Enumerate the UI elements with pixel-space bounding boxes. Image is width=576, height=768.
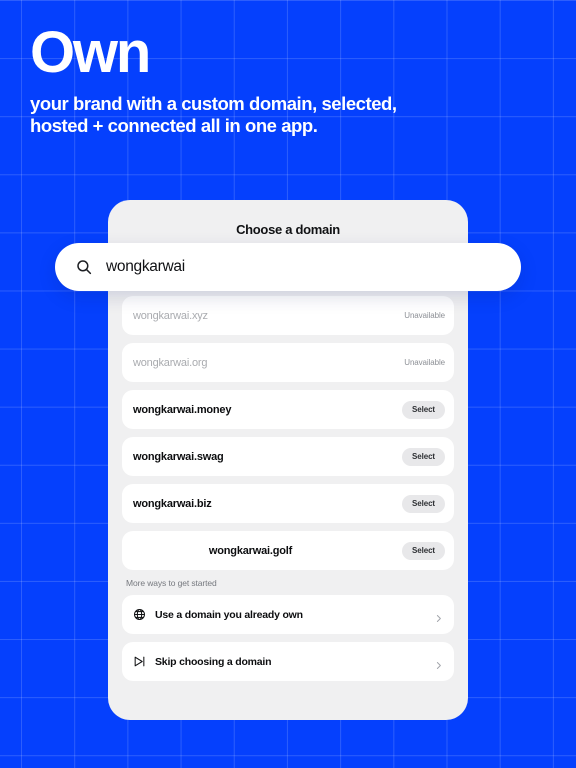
domain-name: wongkarwai.xyz <box>133 309 208 322</box>
hero-section: Own your brand with a custom domain, sel… <box>30 22 550 137</box>
search-icon <box>75 258 93 276</box>
more-ways-row[interactable]: Skip choosing a domain <box>122 642 454 681</box>
more-ways-label: More ways to get started <box>126 578 217 588</box>
domain-name: wongkarwai.org <box>133 356 208 369</box>
skip-forward-icon <box>133 655 146 668</box>
page-subtitle: your brand with a custom domain, selecte… <box>30 93 397 136</box>
globe-icon <box>133 608 146 621</box>
status-badge: Unavailable <box>404 311 445 320</box>
domain-results-list[interactable]: wongkarwai.xyz Unavailable wongkarwai.org U… <box>108 288 468 720</box>
more-ways-row[interactable]: Use a domain you already own <box>122 595 454 634</box>
status-badge: Unavailable <box>404 358 445 367</box>
domain-row: wongkarwai.xyz Unavailable <box>122 296 454 335</box>
domain-name: wongkarwai.golf <box>208 544 293 557</box>
domain-name: wongkarwai.biz <box>133 497 212 510</box>
domain-row[interactable]: wongkarwai.money Select <box>122 390 454 429</box>
domain-row[interactable]: wongkarwai.golf Select <box>122 531 454 570</box>
domain-name: wongkarwai.money <box>133 403 232 416</box>
domain-row[interactable]: wongkarwai.biz Select <box>122 484 454 523</box>
domain-search-bar[interactable]: wongkarwai <box>55 243 521 291</box>
card-header: Choose a domain <box>108 200 468 246</box>
select-domain-button[interactable]: Select <box>402 447 445 466</box>
chevron-right-icon <box>434 610 443 622</box>
domain-row[interactable]: wongkarwai.swag Select <box>122 437 454 476</box>
select-domain-button[interactable]: Select <box>402 494 445 513</box>
chevron-right-icon <box>434 657 443 669</box>
select-domain-button[interactable]: Select <box>402 541 445 560</box>
search-input[interactable]: wongkarwai <box>106 258 185 276</box>
domain-row: wongkarwai.org Unavailable <box>122 343 454 382</box>
domain-name: wongkarwai.swag <box>133 450 224 463</box>
more-ways-label-text: Skip choosing a domain <box>155 655 272 668</box>
card-title: Choose a domain <box>236 222 340 237</box>
select-domain-button[interactable]: Select <box>402 400 445 419</box>
page-title: Own <box>30 20 151 85</box>
more-ways-label-text: Use a domain you already own <box>155 608 303 621</box>
